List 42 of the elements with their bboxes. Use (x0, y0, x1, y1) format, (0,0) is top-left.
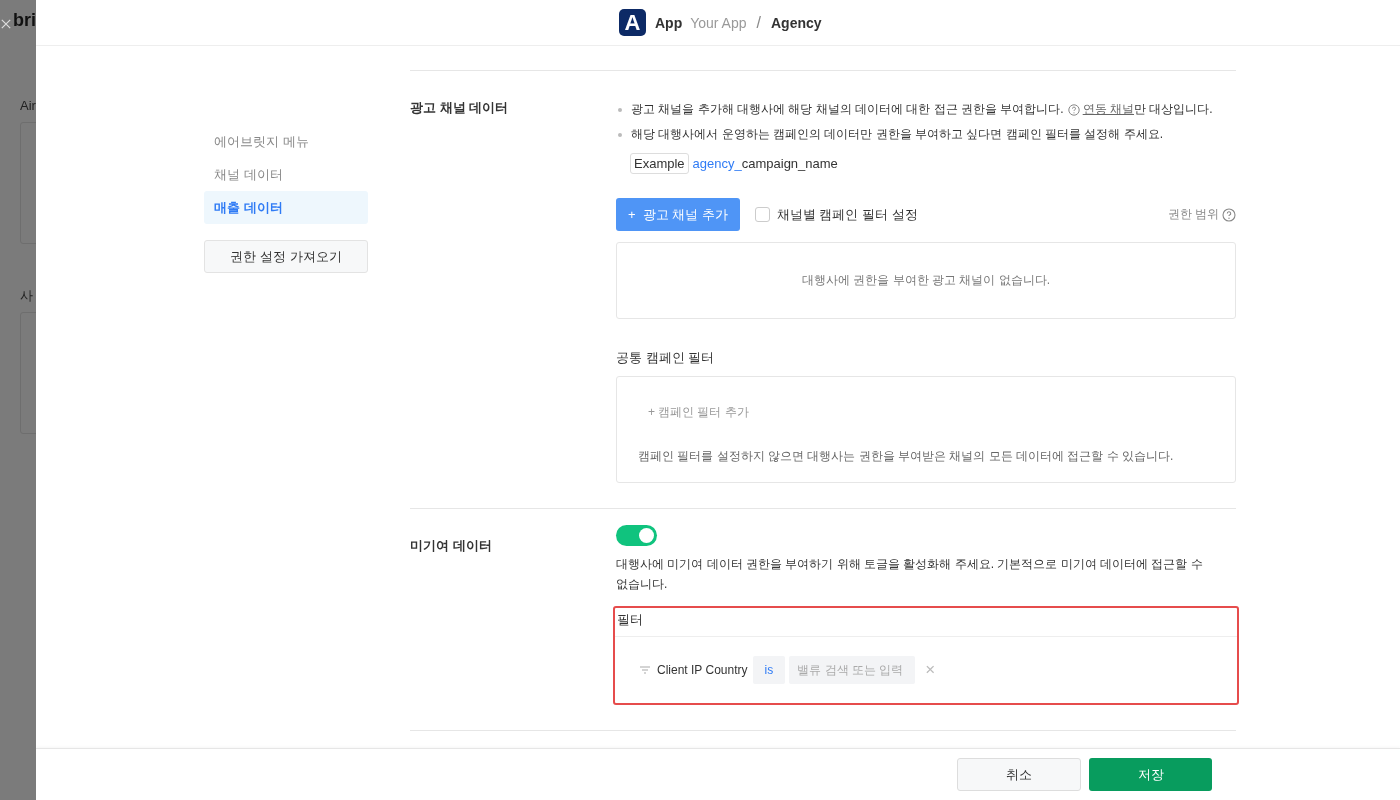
toggle-switch[interactable] (616, 525, 657, 546)
example-tag: Example (630, 153, 689, 174)
section-label: 사 (20, 287, 33, 305)
save-button[interactable]: 저장 (1089, 758, 1212, 791)
import-settings-button[interactable]: 권한 설정 가져오기 (204, 240, 368, 273)
breadcrumb-current: Agency (771, 14, 822, 31)
app-logo: A (619, 9, 646, 36)
breadcrumb-link[interactable]: Your App (690, 14, 747, 31)
filter-field[interactable]: Client IP Country (657, 663, 748, 677)
value-input[interactable]: 밸류 검색 또는 입력 (789, 656, 916, 684)
app-name: App (655, 14, 683, 31)
logo-text: bri (13, 10, 36, 31)
checkbox-label[interactable]: 채널별 캠페인 필터 설정 (776, 205, 918, 224)
section-label: Air (20, 98, 36, 113)
bullet-text: 광고 채널을 추가해 대행사에 해당 채널의 데이터에 대한 접근 권한을 부여합니다. (631, 101, 1064, 118)
bullet-text: 해당 대행사에서 운영하는 캠페인의 데이터만 권한을 부여하고 싶다면 캠페인 필터를 설정해 주세요. (631, 126, 1163, 143)
help-icon[interactable] (1222, 207, 1236, 222)
bullet-text: 만 대상입니다. (1134, 101, 1213, 118)
breadcrumb-separator: / (756, 13, 761, 32)
sidebar-item[interactable]: 채널 데이터 (204, 158, 368, 191)
help-icon (1067, 103, 1080, 116)
empty-message: 대행사에 권한을 부여한 광고 채널이 없습니다. (802, 272, 1050, 289)
section-title: 광고 채널 데이터 (410, 99, 510, 117)
filter-title: 필터 (616, 611, 644, 629)
section-title: 미기여 데이터 (410, 537, 493, 555)
add-channel-button[interactable]: + 광고 채널 추가 (616, 198, 740, 231)
checkbox[interactable] (754, 207, 770, 222)
sidebar-item[interactable]: 매출 데이터 (204, 191, 368, 224)
operator-chip[interactable]: is (752, 656, 786, 684)
sidebar-item[interactable]: 에어브릿지 메뉴 (204, 125, 368, 158)
cancel-button[interactable]: 취소 (957, 758, 1081, 791)
example-name: campaign_name (741, 156, 838, 171)
close-icon[interactable] (0, 18, 12, 30)
description-text: 대행사에 미기여 데이터 권한을 부여하기 위해 토글을 활성화해 주세요. 기본적으로 미기여 데이터에 접근할 수 없습니다. (616, 556, 1204, 593)
add-filter-link[interactable]: + 캠페인 필터 추가 (648, 404, 1214, 421)
subsection-title: 공통 캠페인 필터 (616, 349, 716, 367)
remove-icon[interactable]: × (925, 660, 936, 680)
example-prefix: agency_ (692, 156, 742, 171)
linked-channel-link[interactable]: 연동 채널 (1082, 101, 1135, 118)
filter-icon (639, 665, 651, 675)
scope-label: 권한 범위 (1167, 206, 1219, 223)
filter-note: 캠페인 필터를 설정하지 않으면 대행사는 권한을 부여받은 채널의 모든 데이터에 접근할 수 있습니다. (638, 448, 1175, 465)
